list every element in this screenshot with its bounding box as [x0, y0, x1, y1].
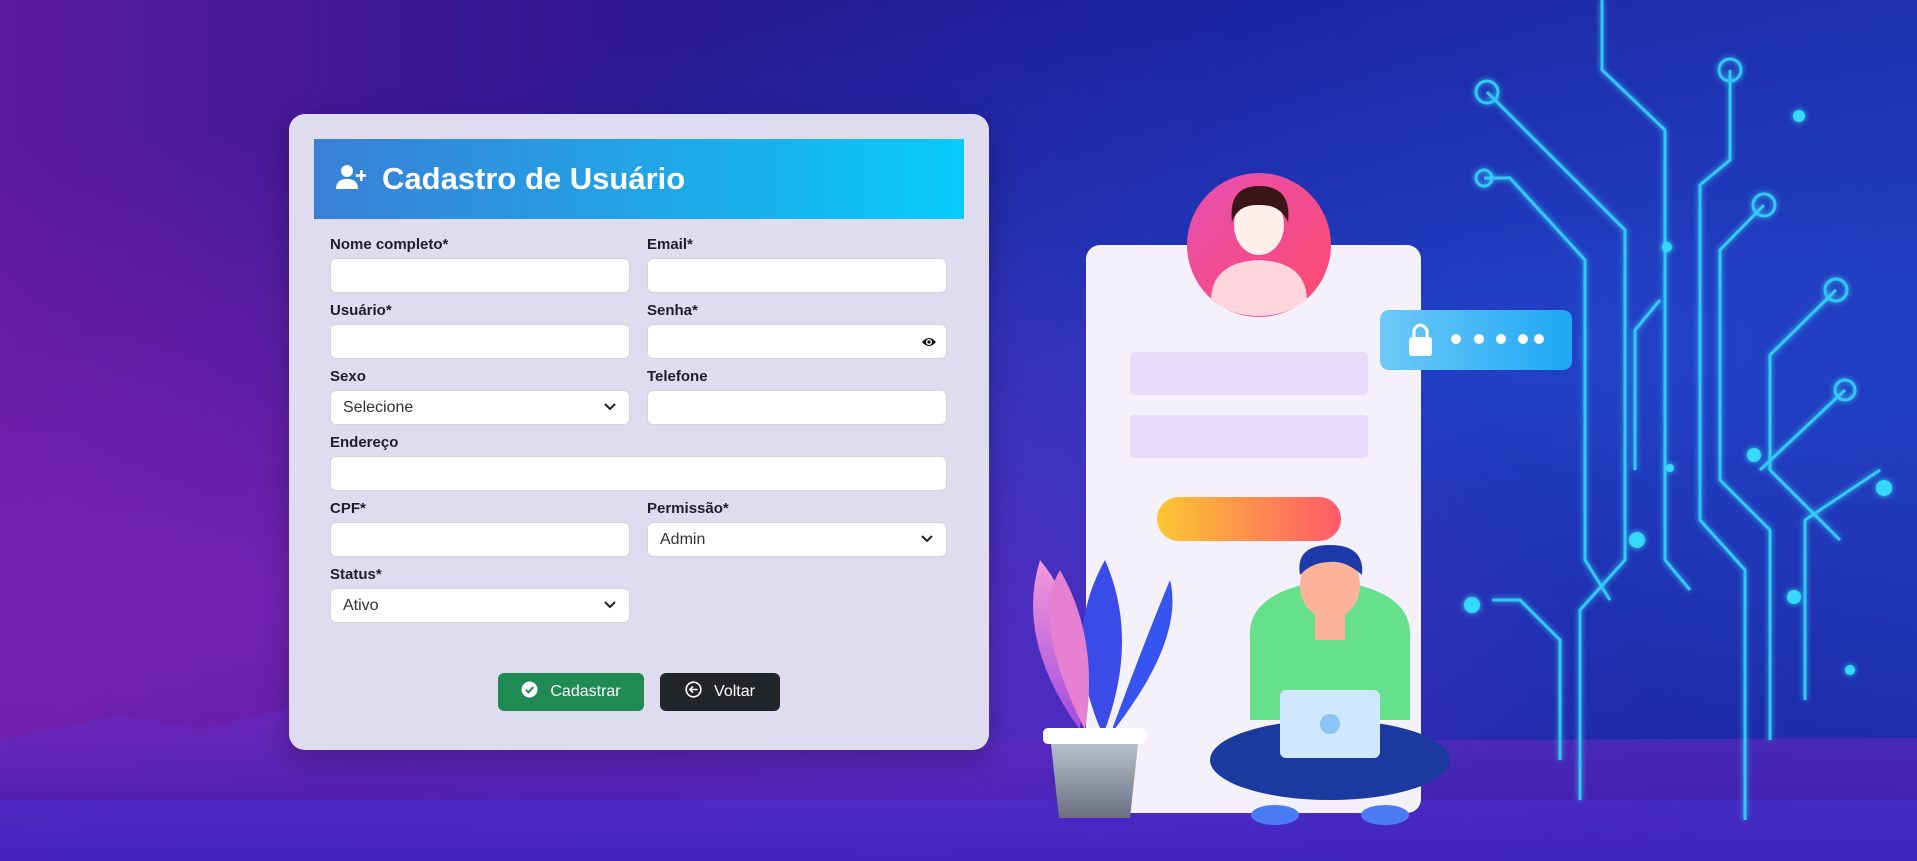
cadastrar-button[interactable]: Cadastrar — [498, 673, 644, 711]
sexo-selected-value: Selecione — [343, 398, 414, 416]
permissao-select[interactable]: Admin — [647, 522, 947, 557]
sexo-label: Sexo — [330, 368, 366, 385]
nome-label: Nome completo* — [330, 236, 449, 253]
endereco-input[interactable] — [330, 456, 947, 491]
cpf-label: CPF* — [330, 500, 366, 517]
usuario-input[interactable] — [330, 324, 630, 359]
chevron-down-icon — [603, 399, 617, 417]
email-input[interactable] — [647, 258, 947, 293]
status-select[interactable]: Ativo — [330, 588, 630, 623]
cpf-input[interactable] — [330, 522, 630, 557]
chevron-down-icon — [920, 531, 934, 549]
status-label: Status* — [330, 566, 382, 583]
eye-icon[interactable] — [921, 335, 937, 349]
chevron-down-icon — [603, 597, 617, 615]
status-selected-value: Ativo — [343, 596, 379, 614]
voltar-button[interactable]: Voltar — [660, 673, 780, 711]
usuario-label: Usuário* — [330, 302, 392, 319]
voltar-label: Voltar — [714, 683, 755, 700]
card-header: Cadastro de Usuário — [314, 139, 964, 219]
cadastrar-label: Cadastrar — [550, 683, 621, 700]
nome-input[interactable] — [330, 258, 630, 293]
user-plus-icon — [336, 164, 367, 195]
email-label: Email* — [647, 236, 693, 253]
page-title: Cadastro de Usuário — [382, 161, 686, 196]
telefone-input[interactable] — [647, 390, 947, 425]
user-registration-card: Cadastro de Usuário Nome completo* Email… — [289, 114, 989, 750]
telefone-label: Telefone — [647, 368, 708, 385]
senha-input[interactable] — [647, 324, 947, 359]
arrow-left-circle-icon — [685, 681, 714, 703]
sexo-select[interactable]: Selecione — [330, 390, 630, 425]
senha-label: Senha* — [647, 302, 698, 319]
permissao-selected-value: Admin — [660, 530, 706, 548]
permissao-label: Permissão* — [647, 500, 729, 517]
check-circle-icon — [521, 681, 550, 703]
endereco-label: Endereço — [330, 434, 399, 451]
